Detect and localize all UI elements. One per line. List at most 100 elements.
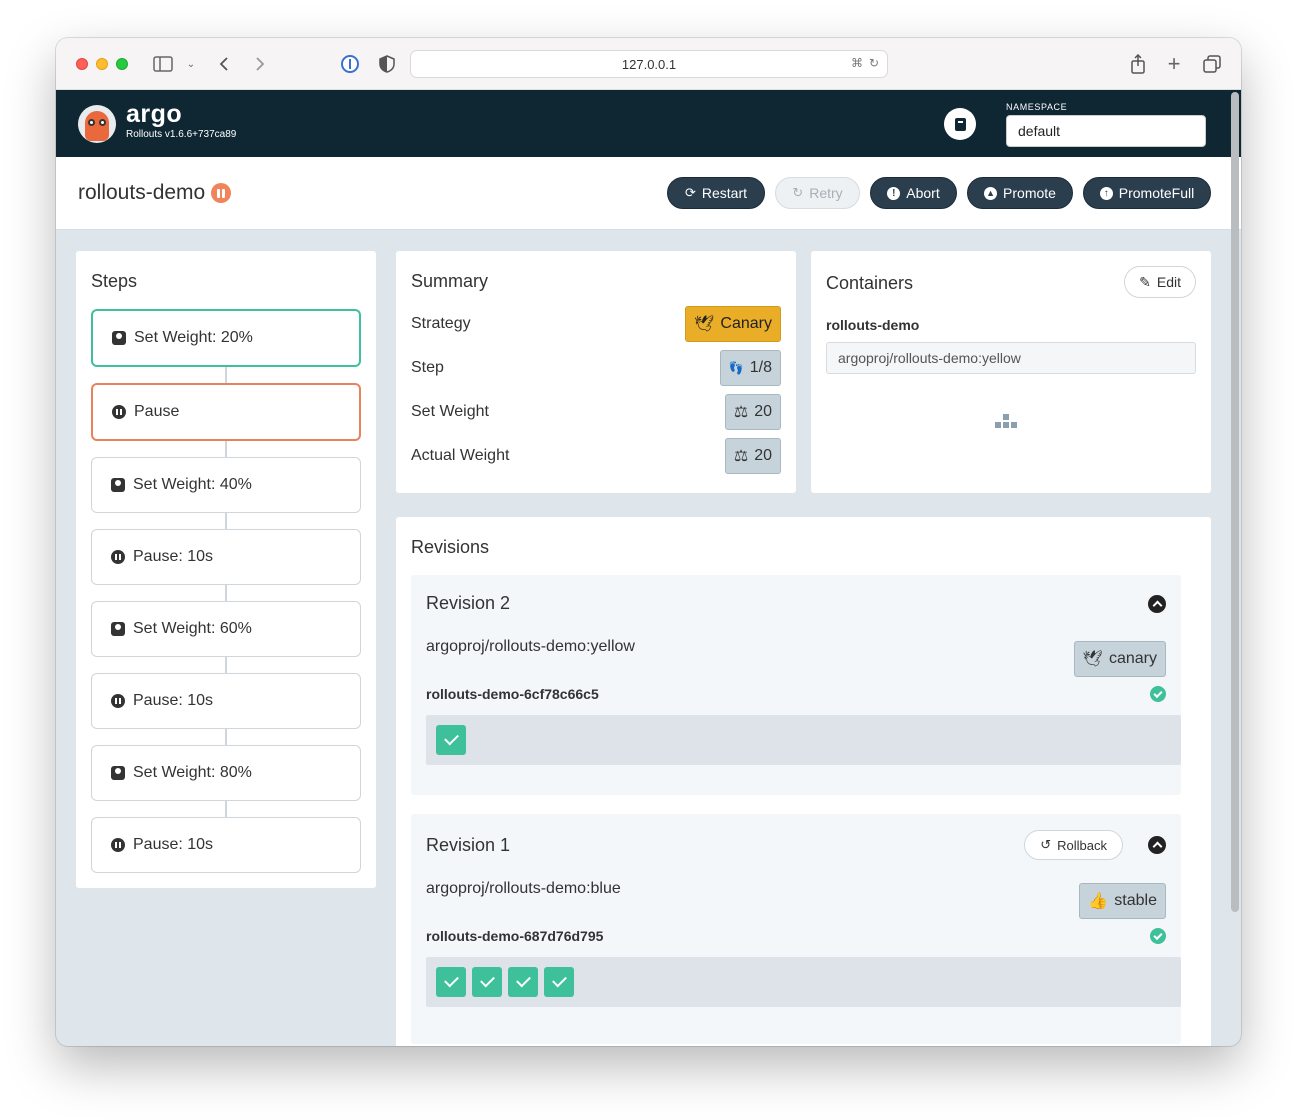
weight-icon [111, 478, 125, 492]
rollout-title: rollouts-demo [78, 181, 232, 205]
password-manager-icon[interactable] [339, 52, 361, 76]
page-scrollbar[interactable] [1231, 92, 1239, 912]
summary-panel: Summary Strategy 🕊 Canary Step 👣 1/8 Set… [396, 251, 796, 493]
chevron-down-icon[interactable]: ⌄ [184, 52, 198, 76]
step-connector [225, 512, 227, 530]
step-label: Set Weight: 20% [134, 329, 253, 346]
weight-icon [111, 622, 125, 636]
step-item[interactable]: Pause: 10s [91, 817, 361, 873]
steps-panel: Steps Set Weight: 20% Pause Set Weight: … [76, 251, 376, 888]
step-item[interactable]: Set Weight: 20% [91, 309, 361, 367]
summary-row-step: Step 👣 1/8 [411, 350, 781, 386]
dove-icon: 🕊 [1082, 651, 1103, 668]
redo-icon: ↻ [792, 185, 804, 200]
step-connector [225, 584, 227, 602]
translate-icon[interactable]: ⌘ [851, 56, 863, 70]
edit-button[interactable]: ✎ Edit [1124, 266, 1196, 298]
revision-card: Revision 2 argoproj/rollouts-demo:yellow… [411, 575, 1181, 795]
container-image-field[interactable] [826, 342, 1196, 374]
step-item[interactable]: Pause: 10s [91, 529, 361, 585]
rollout-header: rollouts-demo ⟳ Restart ↻ Retry ! Abort … [56, 157, 1241, 230]
tabs-overview-icon[interactable] [1202, 52, 1222, 76]
summary-title: Summary [411, 271, 489, 291]
summary-row-strategy: Strategy 🕊 Canary [411, 306, 781, 342]
chevron-up-icon[interactable] [1148, 836, 1166, 854]
forward-icon[interactable] [252, 52, 268, 76]
chevron-up-icon[interactable] [1148, 595, 1166, 613]
step-label: Pause: 10s [133, 548, 214, 565]
step-item[interactable]: Set Weight: 80% [91, 745, 361, 801]
revisions-panel: Revisions Revision 2 argoproj/rollouts-d… [396, 517, 1211, 1046]
argo-logo[interactable] [78, 105, 116, 143]
arrow-circle-up-icon: ↑ [1099, 186, 1113, 200]
containers-panel: Containers ✎ Edit rollouts-demo [811, 251, 1211, 493]
sidebar-toggle-icon[interactable] [152, 52, 174, 76]
namespace-label: NAMESPACE [1006, 102, 1068, 112]
retry-button[interactable]: ↻ Retry [775, 177, 860, 209]
new-tab-icon[interactable]: + [1164, 51, 1184, 76]
browser-titlebar: ⌄ 127.0.0.1 ⌘ ↻ + [56, 38, 1241, 90]
summary-row-actual-weight: Actual Weight ⚖ 20 [411, 438, 781, 474]
actual-weight-value: 20 [754, 447, 772, 464]
check-circle-icon [1150, 686, 1166, 702]
paused-status-icon [211, 183, 232, 203]
step-label: Set Weight: 80% [133, 764, 252, 781]
minimize-window-button[interactable] [96, 58, 108, 70]
summary-label: Actual Weight [411, 447, 510, 464]
pod-list [426, 957, 1181, 1007]
balance-scale-icon: ⚖ [733, 404, 749, 421]
pod-status-icon[interactable] [544, 967, 574, 997]
abort-button[interactable]: ! Abort [870, 177, 957, 209]
revision-title: Revision 1 [426, 835, 511, 855]
pod-status-icon[interactable] [436, 967, 466, 997]
step-item[interactable]: Set Weight: 60% [91, 601, 361, 657]
pause-icon [111, 838, 125, 852]
pod-status-icon[interactable] [472, 967, 502, 997]
step-item[interactable]: Pause [91, 383, 361, 441]
shoe-prints-icon: 👣 [728, 361, 744, 375]
steps-title: Steps [91, 271, 138, 291]
weight-icon [112, 331, 126, 345]
reload-icon[interactable]: ↻ [869, 56, 879, 70]
back-icon[interactable] [216, 52, 232, 76]
set-weight-value: 20 [754, 403, 772, 420]
promote-label: Promote [1003, 185, 1056, 201]
pod-list [426, 715, 1181, 765]
share-icon[interactable] [1128, 52, 1148, 76]
summary-row-set-weight: Set Weight ⚖ 20 [411, 394, 781, 430]
boxes-icon [995, 414, 1017, 432]
dove-icon: 🕊 [694, 316, 715, 333]
chevron-circle-up-icon: ▲ [984, 186, 998, 200]
step-badge: 👣 1/8 [719, 350, 781, 386]
promote-button[interactable]: ▲ Promote [967, 177, 1073, 209]
pause-icon [111, 694, 125, 708]
url-bar[interactable]: 127.0.0.1 ⌘ ↻ [410, 50, 888, 78]
badge-label: canary [1108, 650, 1157, 667]
pod-status-icon[interactable] [436, 725, 466, 755]
strategy-badge: 🕊 Canary [685, 306, 781, 342]
rollback-button[interactable]: ↺ Rollback [1024, 830, 1123, 860]
documentation-button[interactable] [944, 108, 976, 140]
step-label: Set Weight: 60% [133, 620, 252, 637]
promote-full-label: PromoteFull [1118, 185, 1195, 201]
pod-status-icon[interactable] [508, 967, 538, 997]
undo-icon: ↺ [1040, 837, 1052, 852]
rollback-label: Rollback [1057, 837, 1107, 853]
app-version: Rollouts v1.6.6+737ca89 [126, 129, 237, 140]
stable-badge: 👍 stable [1079, 883, 1166, 919]
summary-label: Step [411, 359, 444, 376]
step-item[interactable]: Pause: 10s [91, 673, 361, 729]
badge-label: stable [1114, 892, 1157, 909]
restart-button[interactable]: ⟳ Restart [667, 177, 765, 209]
weight-icon [111, 766, 125, 780]
brand: argo Rollouts v1.6.6+737ca89 [126, 101, 236, 141]
promote-full-button[interactable]: ↑ PromoteFull [1083, 177, 1211, 209]
replicaset-name: rollouts-demo-6cf78c66c5 [426, 686, 599, 702]
close-window-button[interactable] [76, 58, 88, 70]
step-item[interactable]: Set Weight: 40% [91, 457, 361, 513]
zoom-window-button[interactable] [116, 58, 128, 70]
revision-card: Revision 1 ↺ Rollback argoproj/rollouts-… [411, 814, 1181, 1044]
shield-icon[interactable] [376, 52, 398, 76]
step-label: Pause: 10s [133, 836, 214, 853]
namespace-input[interactable] [1006, 115, 1206, 147]
